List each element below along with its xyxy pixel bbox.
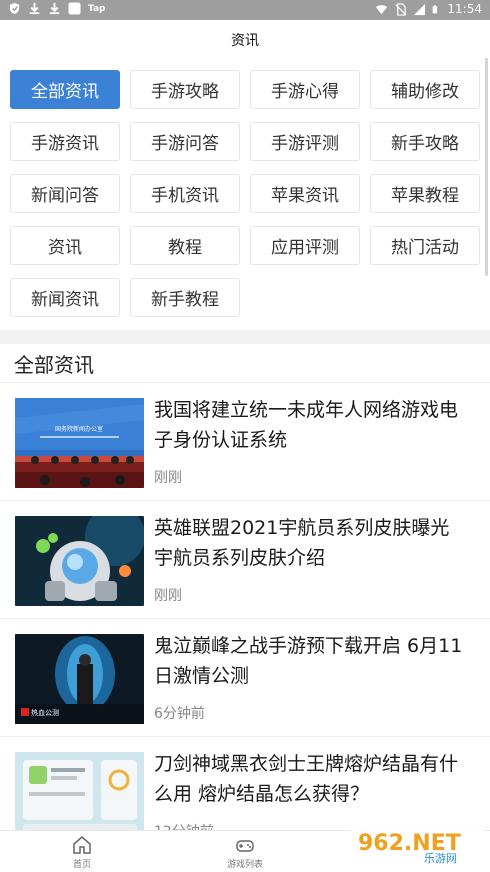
category-tab[interactable]: 应用评测: [250, 226, 360, 265]
gamepad-icon: [236, 840, 254, 852]
news-list-item[interactable]: 英雄联盟2021宇航员系列皮肤曝光 宇航员系列皮肤介绍 刚刚: [0, 501, 490, 619]
category-tab[interactable]: 苹果教程: [370, 174, 480, 213]
tab-home[interactable]: 首页: [42, 835, 122, 870]
wifi-icon: [376, 5, 388, 15]
news-title: 我国将建立统一未成年人网络游戏电子身份认证系统: [154, 399, 459, 451]
news-thumb-caption: 热血公测: [31, 708, 59, 717]
news-list-item[interactable]: 国务院新闻办公室 我国将建立统一未成年人网络游戏电子身份认证系统 刚刚: [0, 383, 490, 501]
status-bar: Tap 11:54: [0, 0, 490, 20]
tap-label: Tap: [88, 3, 106, 14]
tab-home-label: 首页: [72, 860, 91, 870]
news-thumbnail: [15, 516, 144, 606]
category-tab[interactable]: 手游资讯: [10, 122, 120, 161]
title-bar: 资讯: [0, 20, 490, 58]
page-title: 资讯: [231, 33, 259, 49]
tab-game-list[interactable]: 游戏列表: [205, 835, 285, 870]
news-time: 刚刚: [154, 588, 182, 604]
watermark-sub: 乐游网: [424, 852, 457, 865]
category-tab[interactable]: 新闻资讯: [10, 278, 120, 317]
news-title: 刀剑神域黑衣剑士王牌熔炉结晶有什么用 熔炉结晶怎么获得？: [154, 753, 459, 805]
status-bar-right: 11:54: [375, 2, 482, 17]
news-time: 6分钟前: [154, 706, 205, 722]
category-tab[interactable]: 热门活动: [370, 226, 480, 265]
signal-icon: [414, 3, 426, 16]
section-divider: [0, 330, 490, 344]
news-time: 刚刚: [154, 470, 182, 486]
news-thumbnail: [15, 752, 144, 842]
download-icon: [49, 2, 60, 15]
category-tab[interactable]: 手机资讯: [130, 174, 240, 213]
news-title: 鬼泣巅峰之战手游预下载开启 6月11日激情公测: [154, 635, 463, 687]
category-tab[interactable]: 教程: [130, 226, 240, 265]
home-icon: [73, 836, 91, 854]
app-icon: [68, 2, 81, 15]
category-scrollbar[interactable]: [485, 58, 488, 276]
category-tab[interactable]: 手游心得: [250, 70, 360, 109]
category-tab[interactable]: 辅助修改: [370, 70, 480, 109]
category-tab-all[interactable]: 全部资讯: [10, 70, 120, 109]
news-list-item[interactable]: 热血公测 鬼泣巅峰之战手游预下载开启 6月11日激情公测 6分钟前: [0, 619, 490, 737]
download-icon: [29, 2, 40, 15]
news-title: 英雄联盟2021宇航员系列皮肤曝光 宇航员系列皮肤介绍: [154, 517, 450, 569]
no-sim-icon: [395, 3, 407, 16]
category-tab[interactable]: 手游评测: [250, 122, 360, 161]
news-thumb-caption: 国务院新闻办公室: [55, 425, 103, 433]
news-thumbnail: 国务院新闻办公室: [15, 398, 144, 488]
category-tab[interactable]: 手游问答: [130, 122, 240, 161]
tab-game-list-label: 游戏列表: [226, 860, 263, 870]
status-bar-left: Tap: [8, 2, 106, 15]
battery-icon: [433, 5, 438, 14]
category-tab[interactable]: 新手教程: [130, 278, 240, 317]
watermark-logo: 962.NET 乐游网: [350, 826, 486, 866]
category-tab[interactable]: 新闻问答: [10, 174, 120, 213]
category-tab[interactable]: 资讯: [10, 226, 120, 265]
category-tab[interactable]: 手游攻略: [130, 70, 240, 109]
category-tab[interactable]: 苹果资讯: [250, 174, 360, 213]
shield-icon: [9, 2, 20, 15]
status-time: 11:54: [447, 2, 482, 16]
section-title: 全部资讯: [14, 353, 94, 377]
news-thumbnail: 热血公测: [15, 634, 144, 724]
category-tab[interactable]: 新手攻略: [370, 122, 480, 161]
